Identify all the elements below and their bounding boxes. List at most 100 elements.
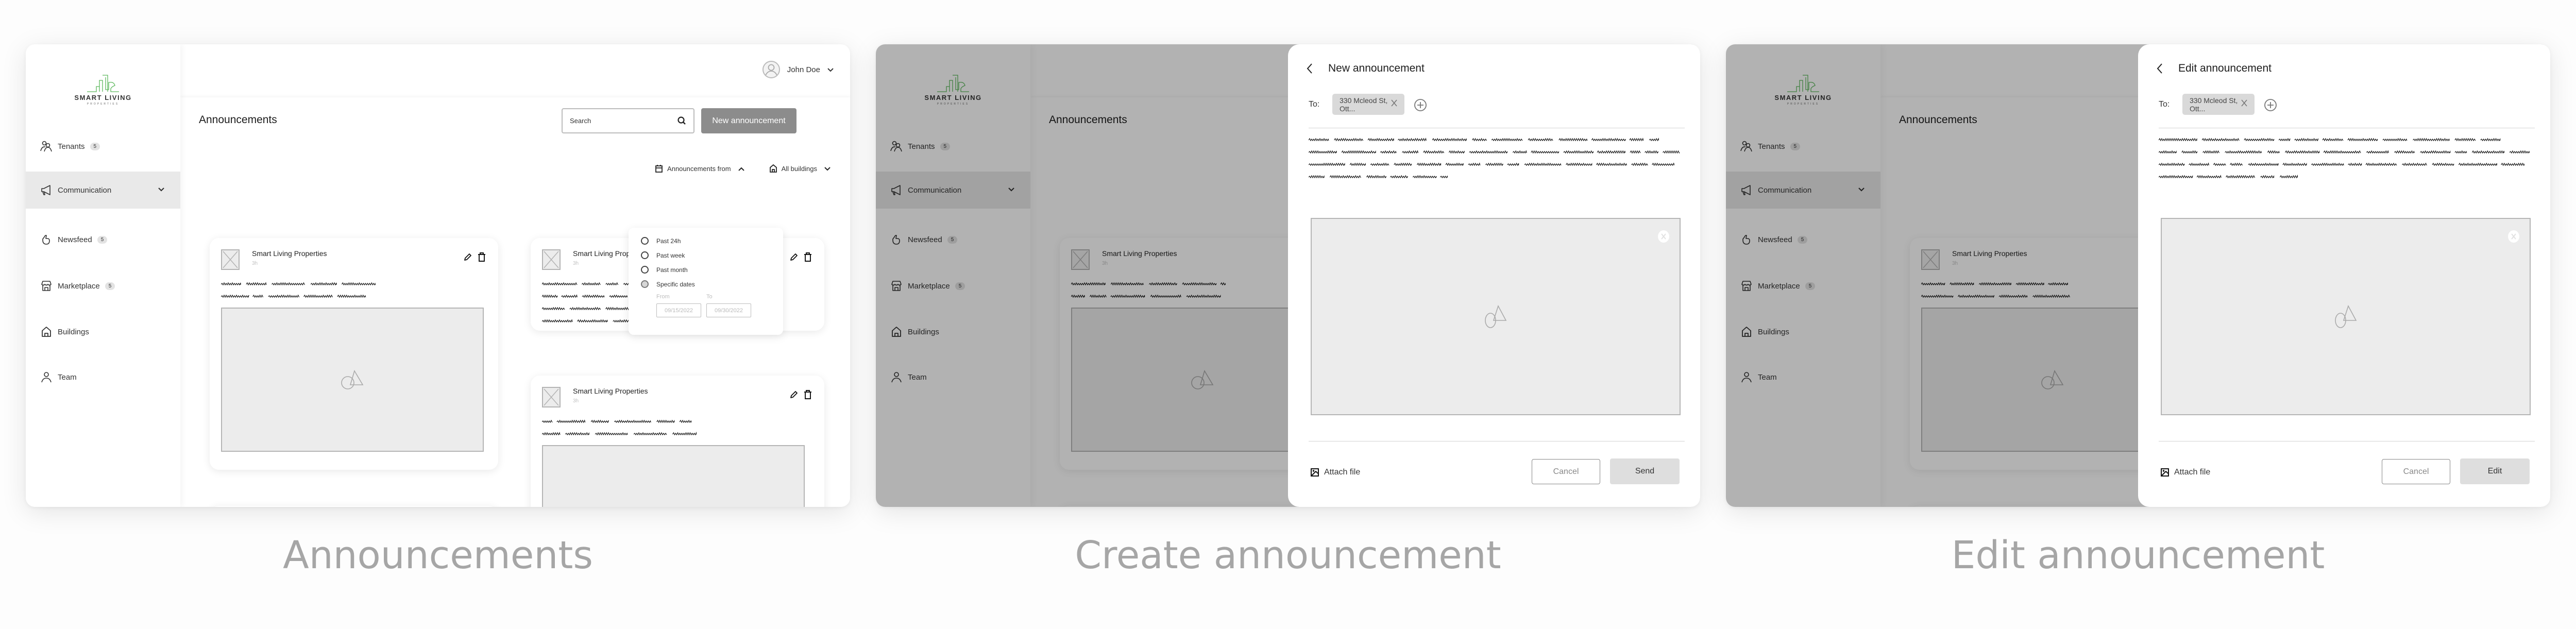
radio-past-24h[interactable]: Past 24h [641, 237, 681, 245]
text-line [1309, 175, 1448, 179]
text-line [2159, 175, 2298, 179]
search-icon[interactable] [677, 116, 686, 127]
card-timestamp: 3h [573, 398, 579, 404]
home-icon [769, 164, 777, 173]
remove-recipient-icon[interactable] [2241, 99, 2247, 108]
edit-icon[interactable] [789, 252, 799, 264]
sidebar-item-label: Team [58, 372, 77, 382]
stage: SMART LIVING PROPERTIES Tenants 5 Commun… [0, 0, 2576, 629]
sidebar-item-tenants[interactable]: Tenants 5 [26, 128, 180, 165]
radio-circle [641, 251, 649, 259]
users-icon [40, 140, 53, 152]
sidebar-item-communication[interactable]: Communication [26, 172, 180, 209]
building-filter[interactable]: All buildings [769, 164, 835, 173]
sidebar-item-team[interactable]: Team [26, 359, 180, 396]
image-placeholder [221, 308, 484, 452]
modal-title: New announcement [1328, 62, 1425, 74]
trash-icon[interactable] [804, 390, 812, 402]
recipient-chip[interactable]: 330 Mcleod St, Ott... [2182, 94, 2255, 115]
filter-bar: Announcements from All buildings [634, 164, 835, 173]
radio-circle [641, 266, 649, 274]
avatar-placeholder [221, 249, 240, 270]
top-bar: John Doe [180, 44, 850, 96]
edit-icon[interactable] [463, 252, 472, 264]
thumbs-up-icon [40, 233, 53, 246]
card-timestamp: 3h [252, 261, 258, 266]
radio-label: Past 24h [656, 237, 681, 245]
image-attach-icon [1311, 468, 1319, 477]
chevron-down-icon [827, 65, 834, 74]
card-author: Smart Living Properties [573, 387, 648, 395]
screen-create-announcement: SMART LIVING PROPERTIES Tenants 5 Commun… [876, 44, 1700, 507]
trash-icon[interactable] [804, 252, 812, 264]
attach-file-label: Attach file [2174, 468, 2211, 477]
caption-announcements: Announcements [283, 533, 593, 577]
to-date-input[interactable]: 09/30/2022 [706, 303, 751, 317]
add-recipient-icon[interactable] [1414, 98, 1427, 114]
announcement-card: Smart Living Properties 3h [531, 376, 824, 507]
avatar [762, 61, 780, 78]
radio-past-month[interactable]: Past month [641, 266, 688, 274]
sidebar-item-label: Newsfeed [58, 235, 92, 244]
remove-image-icon[interactable] [1658, 230, 1669, 243]
sidebar-item-label: Buildings [58, 327, 89, 336]
page-title: Announcements [199, 114, 277, 126]
building-filter-label: All buildings [781, 164, 817, 173]
date-filter-toggle[interactable]: Announcements from [655, 164, 749, 173]
edit-submit-button[interactable]: Edit [2460, 458, 2530, 484]
brand-name: SMART LIVING [74, 94, 132, 101]
cancel-button[interactable]: Cancel [2382, 459, 2450, 484]
caption-edit-announcement: Edit announcement [1951, 533, 2325, 577]
create-announcement-panel: New announcement To: 330 Mcleod St, Ott.… [1288, 44, 1700, 507]
edit-announcement-panel: Edit announcement To: 330 Mcleod St, Ott… [2138, 44, 2550, 507]
count-badge: 5 [90, 142, 100, 150]
calendar-icon [655, 165, 663, 173]
user-name: John Doe [787, 65, 820, 74]
from-label: From [656, 294, 670, 300]
count-badge: 5 [105, 282, 115, 290]
sidebar-item-label: Marketplace [58, 281, 100, 291]
add-recipient-icon[interactable] [2264, 98, 2277, 114]
sidebar-item-marketplace[interactable]: Marketplace 5 [26, 267, 180, 304]
attach-file-label: Attach file [1324, 468, 1361, 477]
sidebar-item-label: Communication [58, 185, 112, 195]
text-line [221, 282, 376, 286]
image-placeholder [542, 445, 805, 507]
edit-icon[interactable] [789, 390, 799, 402]
chevron-down-icon[interactable] [158, 185, 165, 194]
count-badge: 5 [97, 235, 108, 244]
attach-file-button[interactable]: Attach file [1311, 468, 1360, 477]
text-line [1309, 150, 1680, 154]
from-date-input[interactable]: 09/15/2022 [656, 303, 701, 317]
caption-create-announcement: Create announcement [1075, 533, 1501, 577]
avatar-placeholder [542, 249, 561, 270]
send-button[interactable]: Send [1610, 458, 1680, 484]
text-line [221, 294, 366, 298]
text-line [2159, 150, 2530, 154]
trash-icon[interactable] [478, 252, 486, 264]
sidebar-item-buildings[interactable]: Buildings [26, 313, 180, 350]
screen-edit-announcement: SMART LIVING PROPERTIES Tenants 5 Commun… [1726, 44, 2550, 507]
brand-logo: SMART LIVING PROPERTIES [26, 71, 180, 106]
text-line [1309, 138, 1659, 142]
radio-specific-dates[interactable]: Specific dates [641, 280, 695, 288]
attach-file-button[interactable]: Attach file [2161, 468, 2210, 477]
remove-image-icon[interactable] [2508, 230, 2519, 243]
page-header: Announcements Search New announcement [180, 97, 850, 143]
recipient-chip[interactable]: 330 Mcleod St, Ott... [1332, 94, 1404, 115]
back-arrow-icon[interactable] [2156, 62, 2164, 77]
user-menu[interactable]: John Doe [762, 61, 834, 78]
cancel-button[interactable]: Cancel [1532, 459, 1600, 484]
modal-title: Edit announcement [2178, 62, 2272, 74]
new-announcement-button[interactable]: New announcement [701, 108, 796, 133]
sidebar-item-newsfeed[interactable]: Newsfeed 5 [26, 221, 180, 258]
back-arrow-icon[interactable] [1306, 62, 1314, 77]
image-icon [2335, 304, 2357, 328]
remove-recipient-icon[interactable] [1391, 99, 1397, 108]
text-line [542, 431, 697, 436]
search-input[interactable]: Search [562, 108, 694, 133]
sidebar: SMART LIVING PROPERTIES Tenants 5 Commun… [26, 44, 180, 507]
search-placeholder: Search [570, 117, 591, 125]
card-timestamp: 3h [573, 261, 579, 266]
radio-past-week[interactable]: Past week [641, 251, 685, 259]
